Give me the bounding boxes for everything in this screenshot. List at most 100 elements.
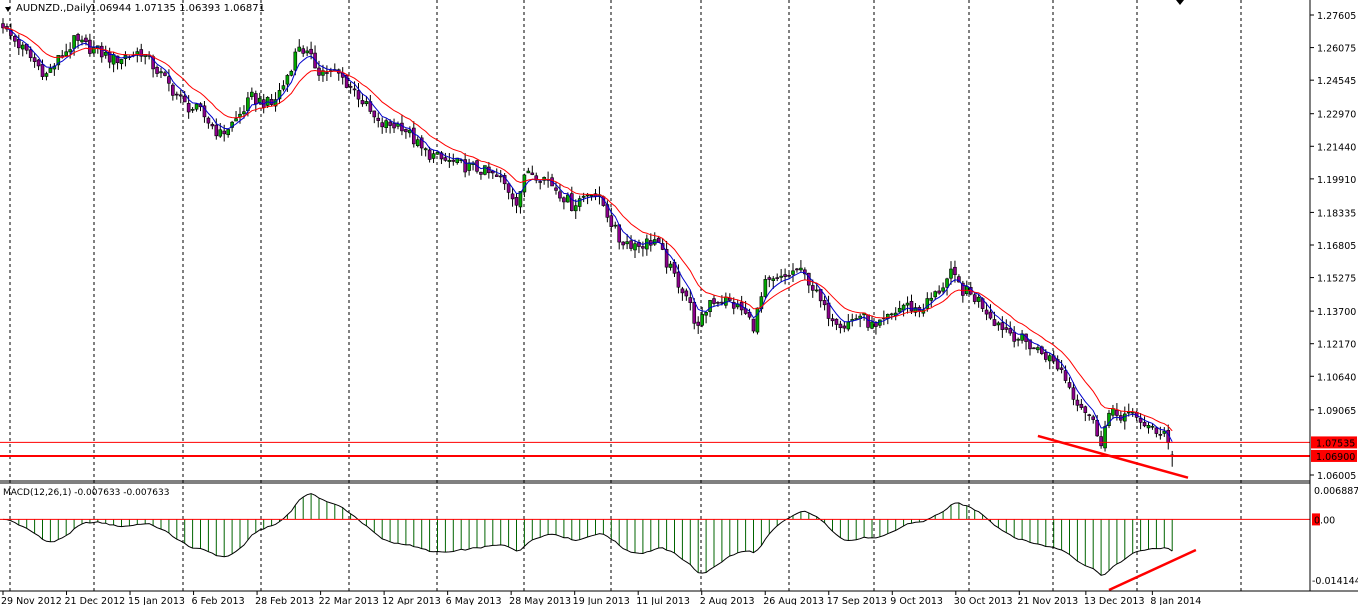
candle-bear — [569, 193, 574, 211]
price-tick-label: 1.13700 — [1317, 307, 1356, 318]
candle — [838, 320, 843, 334]
candle — [404, 128, 408, 139]
candle-bear — [1012, 331, 1017, 342]
candle — [1111, 404, 1115, 420]
candle-bear — [1075, 399, 1080, 406]
macd-title: MACD(12,26,1) -0.007633 -0.007633 — [3, 488, 169, 498]
candle-bear — [222, 130, 226, 135]
candle — [791, 263, 795, 282]
candle-bear — [1044, 352, 1048, 360]
candle — [467, 158, 471, 176]
candle — [589, 194, 594, 201]
time-tick-label: 12 Apr 2013 — [382, 596, 441, 605]
candle-bear — [182, 95, 187, 103]
candle-bear — [372, 110, 377, 118]
candle — [1067, 377, 1072, 390]
candle-bear — [609, 215, 614, 227]
candle-bear — [28, 49, 33, 58]
candle-bull — [305, 50, 309, 54]
candle-bear — [712, 298, 716, 304]
candle-bull — [976, 296, 981, 302]
candle-bull — [878, 319, 882, 326]
candle-bear — [716, 302, 720, 304]
candle — [479, 171, 483, 180]
candle-bull — [285, 75, 290, 85]
shift-marker-icon[interactable] — [1176, 0, 1184, 5]
candle — [633, 239, 637, 259]
candle — [99, 42, 104, 63]
price-tag-label: 1.07535 — [1316, 438, 1355, 449]
candle-bear — [360, 100, 365, 105]
candle — [305, 46, 309, 56]
time-tick-label: 29 Nov 2012 — [1, 596, 62, 605]
candle — [463, 153, 467, 178]
candle-bear — [404, 129, 408, 133]
time-tick-label: 11 Jul 2013 — [636, 596, 690, 605]
candle — [1130, 408, 1135, 417]
candle — [443, 152, 448, 162]
candle-bear — [155, 66, 159, 74]
candle — [368, 94, 373, 114]
candle — [159, 67, 163, 78]
time-tick-label: 15 Jan 2013 — [128, 596, 185, 605]
candle-bear — [795, 268, 799, 271]
candle — [514, 193, 519, 214]
candle-bear — [163, 72, 167, 76]
candle-bull — [763, 279, 768, 297]
candle-bear — [1091, 416, 1095, 420]
candle — [562, 196, 566, 210]
triangle-down-icon[interactable] — [5, 7, 11, 12]
candle-bear — [787, 274, 791, 277]
candle — [20, 42, 25, 57]
candle-bear — [206, 117, 211, 124]
candle — [799, 260, 803, 273]
candle — [277, 83, 282, 104]
candle-bear — [356, 90, 361, 100]
candle-bear — [411, 127, 416, 145]
candle-bear — [680, 288, 685, 294]
candle-bear — [427, 149, 432, 160]
candle-bull — [625, 241, 629, 245]
candle — [297, 39, 302, 52]
candle — [254, 90, 258, 112]
candle-bull — [483, 165, 487, 175]
candle-bear — [392, 123, 396, 129]
candle-bull — [755, 307, 760, 333]
candle — [44, 71, 49, 81]
chart-canvas[interactable]: 1.07535 1.06900 1.27605 1.26075 1.24545 1.22… — [0, 0, 1358, 605]
candle-bear — [494, 174, 499, 177]
candle — [289, 69, 294, 77]
candle — [558, 184, 562, 202]
candle-bear — [40, 64, 45, 77]
candle — [234, 111, 238, 122]
candle-bear — [388, 121, 392, 126]
price-tick-label: 1.15275 — [1317, 274, 1356, 285]
horizontal-lines[interactable]: 1.07535 1.06900 — [0, 434, 1357, 479]
candle — [988, 304, 993, 320]
candle-bull — [889, 313, 894, 316]
candle-bear — [84, 37, 88, 43]
macd-tick-label: 0.00 — [1314, 515, 1335, 526]
candle — [1099, 430, 1103, 449]
candle — [451, 153, 456, 166]
candle-bull — [708, 300, 712, 312]
candle-bull — [522, 174, 527, 193]
candle-bear — [76, 34, 80, 41]
candle — [1146, 421, 1151, 434]
price-tick-label: 1.06005 — [1317, 471, 1356, 482]
candle — [652, 232, 657, 246]
candle — [751, 318, 756, 334]
candle — [767, 275, 772, 288]
candle-bear — [751, 318, 756, 332]
candle — [498, 170, 503, 183]
candle — [846, 314, 851, 332]
candle — [372, 110, 377, 124]
candle-bull — [945, 278, 949, 288]
candle — [415, 136, 420, 148]
candle-bear — [348, 86, 353, 88]
candle — [542, 176, 546, 185]
candle-bear — [214, 124, 219, 137]
candle — [858, 313, 862, 328]
candle — [637, 239, 641, 254]
candle — [1055, 355, 1060, 372]
